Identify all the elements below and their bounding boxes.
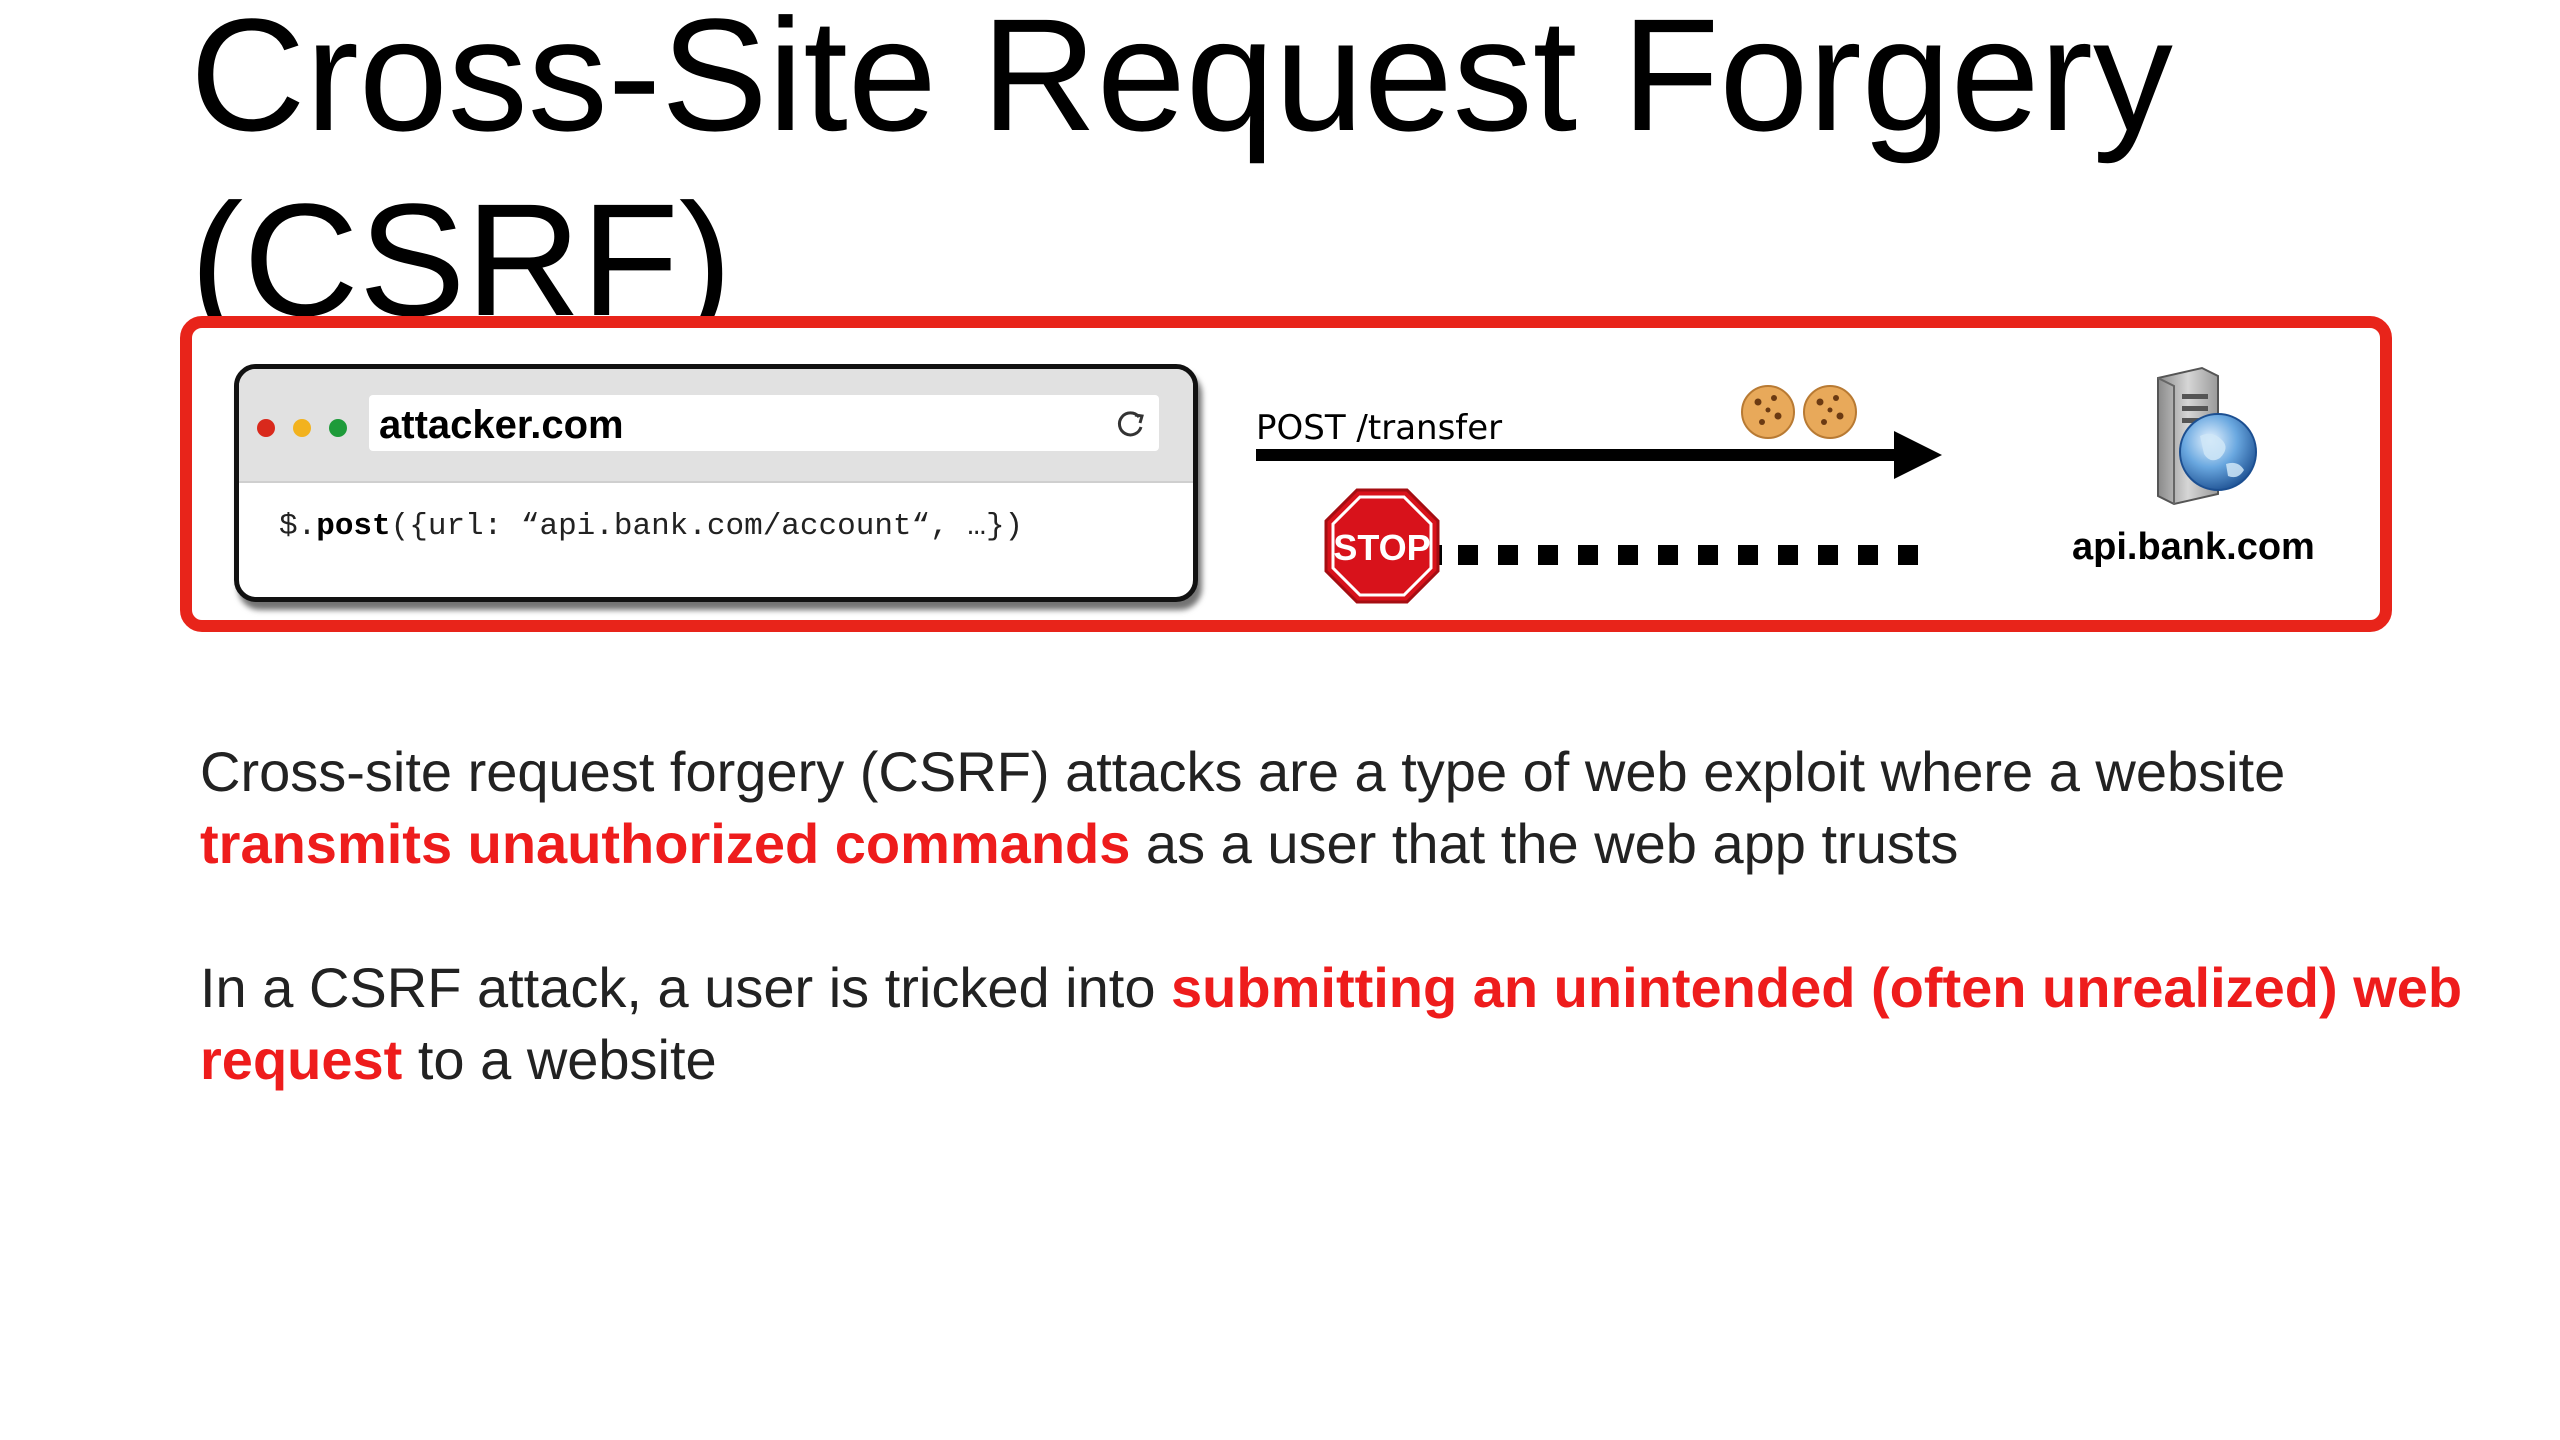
cookie-icon <box>1741 385 1795 439</box>
request-arrows <box>1256 431 1942 586</box>
cookie-icons <box>1741 385 1857 439</box>
csrf-diagram: attacker.com $.post({url: “api.bank.com/… <box>180 316 2392 632</box>
slide-title-line1: Cross-Site Request Forgery <box>190 0 2173 164</box>
response-arrow <box>1368 524 1918 586</box>
definition-text-2: as a user that the web app trusts <box>1130 812 1959 875</box>
server-label: api.bank.com <box>2072 526 2315 568</box>
attack-paragraph: In a CSRF attack, a user is tricked into… <box>200 952 2500 1096</box>
slide-title: Cross-Site Request Forgery (CSRF) <box>190 0 2490 352</box>
stop-sign-icon: STOP <box>1324 488 1440 604</box>
definition-paragraph: Cross-site request forgery (CSRF) attack… <box>200 736 2500 880</box>
server-globe-icon <box>2157 366 2257 506</box>
cookie-icon <box>1803 385 1857 439</box>
stop-sign-text: STOP <box>1333 527 1430 568</box>
attack-text-2: to a website <box>402 1028 717 1091</box>
attack-text-1: In a CSRF attack, a user is tricked into <box>200 956 1172 1019</box>
definition-text-1: Cross-site request forgery (CSRF) attack… <box>200 740 2286 803</box>
definition-highlight: transmits unauthorized commands <box>200 812 1131 875</box>
request-arrow-head <box>1894 431 1942 479</box>
